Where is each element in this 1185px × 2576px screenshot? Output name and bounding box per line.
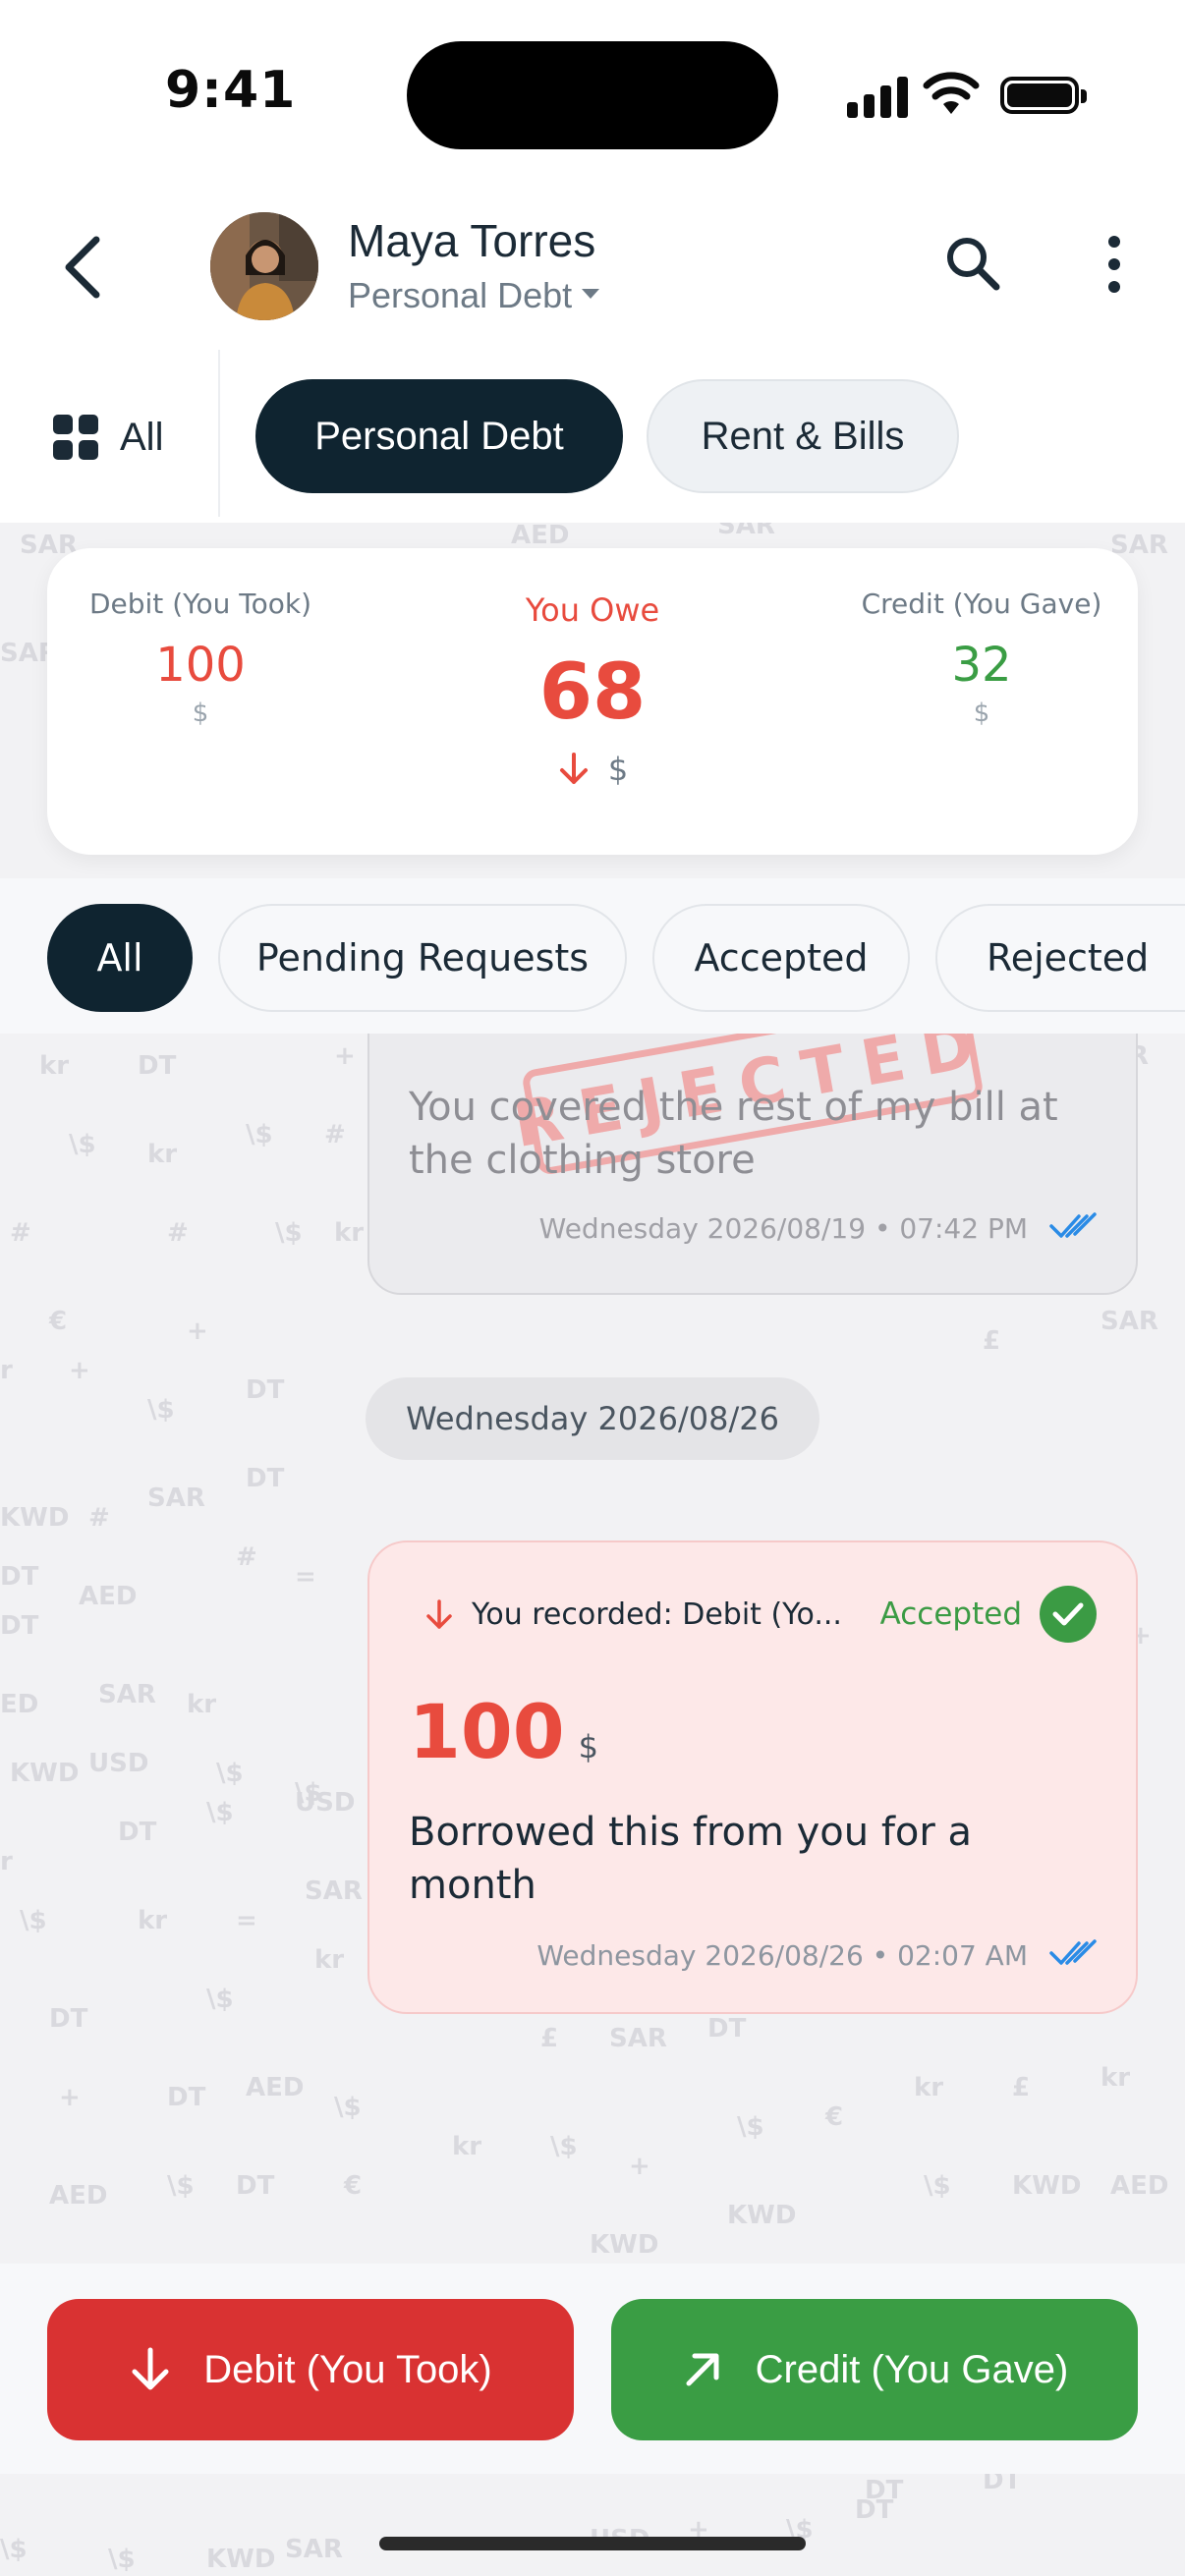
status-time: 9:41 [165, 61, 297, 120]
double-check-icon [1049, 1939, 1097, 1965]
filter-all[interactable]: All [47, 904, 193, 1012]
check-circle-icon [1040, 1586, 1097, 1643]
filter-accepted[interactable]: Accepted [652, 904, 910, 1012]
balance-currency: $ [607, 751, 629, 788]
contact-avatar[interactable] [210, 212, 318, 320]
transaction-currency: $ [578, 1728, 599, 1765]
arrow-down-icon [559, 753, 588, 784]
rejected-transaction-bubble[interactable]: REJECTED You covered the rest of my bill… [367, 992, 1138, 1295]
category-all-tab[interactable]: All [53, 403, 163, 472]
ledger-name: Personal Debt [348, 275, 573, 315]
category-tab-personal-debt[interactable]: Personal Debt [255, 379, 623, 493]
debit-button-label: Debit (You Took) [203, 2347, 492, 2391]
caret-down-icon [582, 289, 600, 300]
category-all-label: All [120, 415, 164, 459]
arrow-down-icon [426, 1598, 452, 1629]
transaction-status: Accepted [880, 1586, 1097, 1643]
transaction-amount: 100 [409, 1688, 565, 1775]
action-bar: Debit (You Took) Credit (You Gave) [0, 2264, 1185, 2474]
debit-summary-label: Debit (You Took) [88, 588, 312, 620]
status-bar: 9:41 [0, 0, 1185, 187]
dynamic-island [407, 41, 778, 149]
accepted-transaction-card[interactable]: You recorded: Debit (Yo... Accepted 100 … [367, 1540, 1138, 2014]
balance-label: You Owe [525, 591, 660, 629]
filter-pending-requests[interactable]: Pending Requests [218, 904, 627, 1012]
cellular-signal-icon [847, 73, 908, 118]
date-separator: Wednesday 2026/08/26 [366, 1377, 819, 1460]
balance-summary: You Owe 68 $ [445, 591, 740, 788]
back-arrow-icon[interactable] [55, 228, 114, 307]
credit-summary: Credit (You Gave) 32 $ [849, 588, 1114, 728]
filter-rejected[interactable]: Rejected [935, 904, 1185, 1012]
balance-summary-card: Debit (You Took) 100 $ You Owe 68 $ Cred… [47, 548, 1138, 855]
contact-name[interactable]: Maya Torres [348, 214, 595, 267]
transaction-header: You recorded: Debit (Yo... [424, 1597, 842, 1632]
credit-button[interactable]: Credit (You Gave) [611, 2299, 1138, 2440]
arrow-down-icon [132, 2347, 169, 2390]
credit-summary-currency: $ [973, 699, 990, 728]
grid-icon [53, 415, 98, 460]
balance-currency-row: $ [445, 751, 740, 788]
transaction-amount-row: 100 $ [409, 1688, 598, 1775]
debit-summary-value: 100 [155, 638, 246, 693]
more-options-icon[interactable] [1100, 234, 1128, 295]
ledger-selector[interactable]: Personal Debt [348, 275, 600, 316]
transaction-note: You covered the rest of my bill at the c… [409, 1085, 1058, 1183]
divider [218, 350, 220, 517]
credit-summary-value: 32 [951, 638, 1012, 693]
status-label: Accepted [879, 1596, 1022, 1632]
status-filter-bar: All Pending Requests Accepted Rejected [0, 878, 1185, 1034]
transaction-note: Borrowed this from you for a month [409, 1810, 973, 1908]
double-check-icon [1049, 1212, 1097, 1238]
home-indicator[interactable] [379, 2537, 806, 2550]
debit-button[interactable]: Debit (You Took) [47, 2299, 574, 2440]
transaction-timestamp: Wednesday 2026/08/26 • 02:07 AM [536, 1939, 1028, 1972]
credit-button-label: Credit (You Gave) [755, 2347, 1069, 2391]
transaction-timestamp: Wednesday 2026/08/19 • 07:42 PM [538, 1212, 1028, 1245]
transaction-header-text: You recorded: Debit (Yo... [472, 1597, 842, 1632]
category-tab-rent-bills[interactable]: Rent & Bills [647, 379, 959, 493]
debit-summary-currency: $ [192, 699, 209, 728]
credit-summary-label: Credit (You Gave) [861, 588, 1102, 620]
wifi-icon [923, 72, 980, 114]
category-tabs: All Personal Debt Rent & Bills [0, 344, 1185, 523]
debit-summary: Debit (You Took) 100 $ [83, 588, 318, 728]
battery-icon [1000, 77, 1087, 114]
chat-header: Maya Torres Personal Debt [0, 187, 1185, 344]
arrow-up-right-icon [686, 2353, 719, 2386]
balance-value: 68 [538, 648, 647, 737]
search-icon[interactable] [941, 232, 1004, 295]
